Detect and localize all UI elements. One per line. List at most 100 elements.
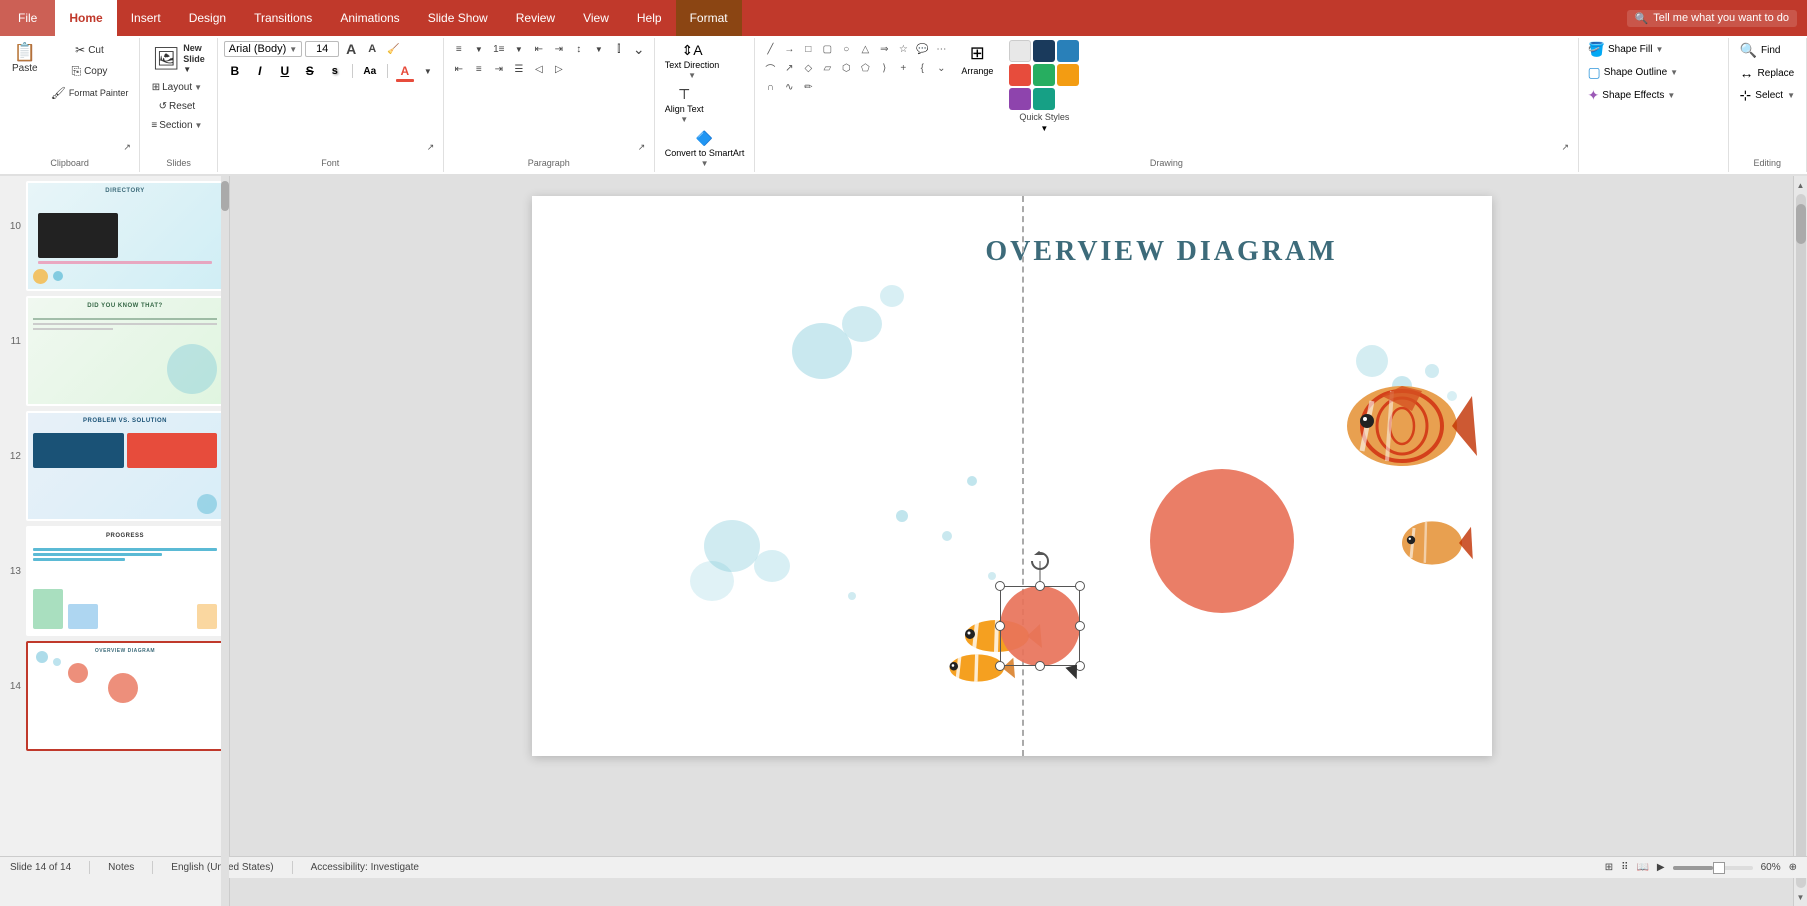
view-reading-icon[interactable]: 📖 [1636,862,1648,873]
qs-item-6[interactable] [1057,64,1079,86]
reset-button[interactable]: ↺ Reset [146,98,207,115]
find-button[interactable]: 🔍 Find [1735,40,1786,61]
quick-styles-arrow[interactable]: ▼ [1040,124,1048,133]
ltr-button[interactable]: ▷ [550,60,568,78]
line-spacing-button[interactable]: ↕ [570,40,588,58]
shape-right-arrow[interactable]: ⇒ [875,40,893,58]
decrease-indent-button[interactable]: ⇤ [530,40,548,58]
select-button[interactable]: ⊹ Select ▼ [1735,85,1800,106]
slide-item-14[interactable]: 14 OVERVIEW DIAGRAM [5,641,224,751]
align-right-button[interactable]: ⇥ [490,60,508,78]
tab-home[interactable]: Home [55,0,116,36]
line-spacing-arrow[interactable]: ▼ [590,40,608,58]
shadow-button[interactable]: s [324,60,346,82]
slide-thumbnail-13[interactable]: PROGRESS [26,526,224,636]
tab-transitions[interactable]: Transitions [240,0,326,36]
shape-bent[interactable]: ↗ [780,59,798,77]
layout-button[interactable]: ⊞ Layout ▼ [146,79,207,96]
align-center-button[interactable]: ≡ [470,60,488,78]
view-slideshow-icon[interactable]: ▶ [1657,862,1665,873]
tab-animations[interactable]: Animations [326,0,413,36]
numbering-arrow[interactable]: ▼ [510,40,528,58]
paste-button[interactable]: 📋 Paste [6,40,44,77]
convert-smartart-button[interactable]: 🔷 Convert to SmartArt ▼ [661,128,749,170]
shape-effects-button[interactable]: ✦ Shape Effects ▼ [1585,86,1682,105]
font-launch-icon[interactable]: ↗ [427,142,439,154]
columns-button[interactable]: ⫿ [610,40,628,58]
font-size-input[interactable]: 14 [305,41,339,57]
scroll-thumb[interactable] [1796,204,1806,244]
font-color-button[interactable]: A [394,60,416,82]
shape-brace[interactable]: { [913,59,931,77]
increase-indent-button[interactable]: ⇥ [550,40,568,58]
bullets-arrow[interactable]: ▼ [470,40,488,58]
shape-expand[interactable]: ⌄ [932,59,950,77]
scroll-down-button[interactable]: ▼ [1794,890,1807,904]
shape-star[interactable]: ☆ [894,40,912,58]
shape-chevron[interactable]: ⟩ [875,59,893,77]
handle-ml[interactable] [995,621,1005,631]
italic-button[interactable]: I [249,60,271,82]
tab-format[interactable]: Format [676,0,742,36]
section-button[interactable]: ≡ Section ▼ [146,117,207,134]
tab-help[interactable]: Help [623,0,676,36]
qs-item-2[interactable] [1033,40,1055,62]
char-spacing-button[interactable]: Aa [359,60,381,82]
text-direction-button[interactable]: ⇕A Text Direction ▼ [661,40,724,82]
handle-bm[interactable] [1035,661,1045,671]
bullets-button[interactable]: ≡ [450,40,468,58]
new-slide-button[interactable]: 🖼 New Slide ▼ [146,40,210,77]
shape-rounded-rect[interactable]: ▢ [818,40,836,58]
slide-canvas[interactable]: OVERVIEW DIAGRAM [532,196,1492,756]
paragraph-launch-icon[interactable]: ↗ [638,142,650,154]
slide-thumbnail-14[interactable]: OVERVIEW DIAGRAM [26,641,224,751]
shape-arrow-line[interactable]: → [780,40,798,58]
shape-curve[interactable]: ∿ [780,78,798,96]
tab-insert[interactable]: Insert [117,0,175,36]
justify-button[interactable]: ☰ [510,60,528,78]
format-painter-button[interactable]: 🖌 Format Painter [46,83,134,103]
tab-slideshow[interactable]: Slide Show [414,0,502,36]
view-sorter-icon[interactable]: ⠿ [1621,862,1628,873]
handle-tl[interactable] [995,581,1005,591]
increase-font-size-button[interactable]: A [342,40,360,58]
decrease-font-size-button[interactable]: A [363,40,381,58]
shape-more[interactable]: ⋯ [932,40,950,58]
slide-thumbnail-12[interactable]: PROBLEM VS. SOLUTION [26,411,224,521]
clear-formatting-button[interactable]: 🧹 [384,40,402,58]
qs-item-7[interactable] [1009,88,1031,110]
tab-view[interactable]: View [569,0,623,36]
handle-mr[interactable] [1075,621,1085,631]
scroll-up-button[interactable]: ▲ [1794,178,1807,192]
tab-design[interactable]: Design [175,0,240,36]
handle-tr[interactable] [1075,581,1085,591]
shape-arc[interactable]: ∩ [761,78,779,96]
slide-thumbnail-10[interactable]: DIRECTORY [26,181,224,291]
selected-shape-container[interactable] [1000,586,1080,666]
paragraph-expand-button[interactable]: ⌄ [630,40,648,58]
rtl-button[interactable]: ◁ [530,60,548,78]
shape-freeform[interactable]: ✏ [799,78,817,96]
qs-item-4[interactable] [1009,64,1031,86]
copy-button[interactable]: ⎘ Copy [46,61,134,82]
shape-pentagon[interactable]: ⬠ [856,59,874,77]
bold-button[interactable]: B [224,60,246,82]
shape-callout[interactable]: 💬 [913,40,931,58]
shape-rect[interactable]: □ [799,40,817,58]
align-left-button[interactable]: ⇤ [450,60,468,78]
shape-line[interactable]: ╱ [761,40,779,58]
cut-button[interactable]: ✂ Cut [46,40,134,60]
handle-tm[interactable] [1035,581,1045,591]
drawing-launch-icon[interactable]: ↗ [1562,142,1574,154]
shape-triangle[interactable]: △ [856,40,874,58]
shape-fill-button[interactable]: 🪣 Shape Fill ▼ [1585,40,1682,59]
align-text-button[interactable]: ⊤ Align Text ▼ [661,84,708,126]
slide-thumbnail-11[interactable]: DID YOU KNOW THAT? [26,296,224,406]
shape-para[interactable]: ▱ [818,59,836,77]
shape-ellipse[interactable]: ○ [837,40,855,58]
clipboard-launch-icon[interactable]: ↗ [123,142,135,154]
tab-file[interactable]: File [0,0,55,36]
slide-item-11[interactable]: 11 DID YOU KNOW THAT? [5,296,224,406]
replace-button[interactable]: ↔ Replace [1735,63,1800,83]
shape-diamond[interactable]: ◇ [799,59,817,77]
